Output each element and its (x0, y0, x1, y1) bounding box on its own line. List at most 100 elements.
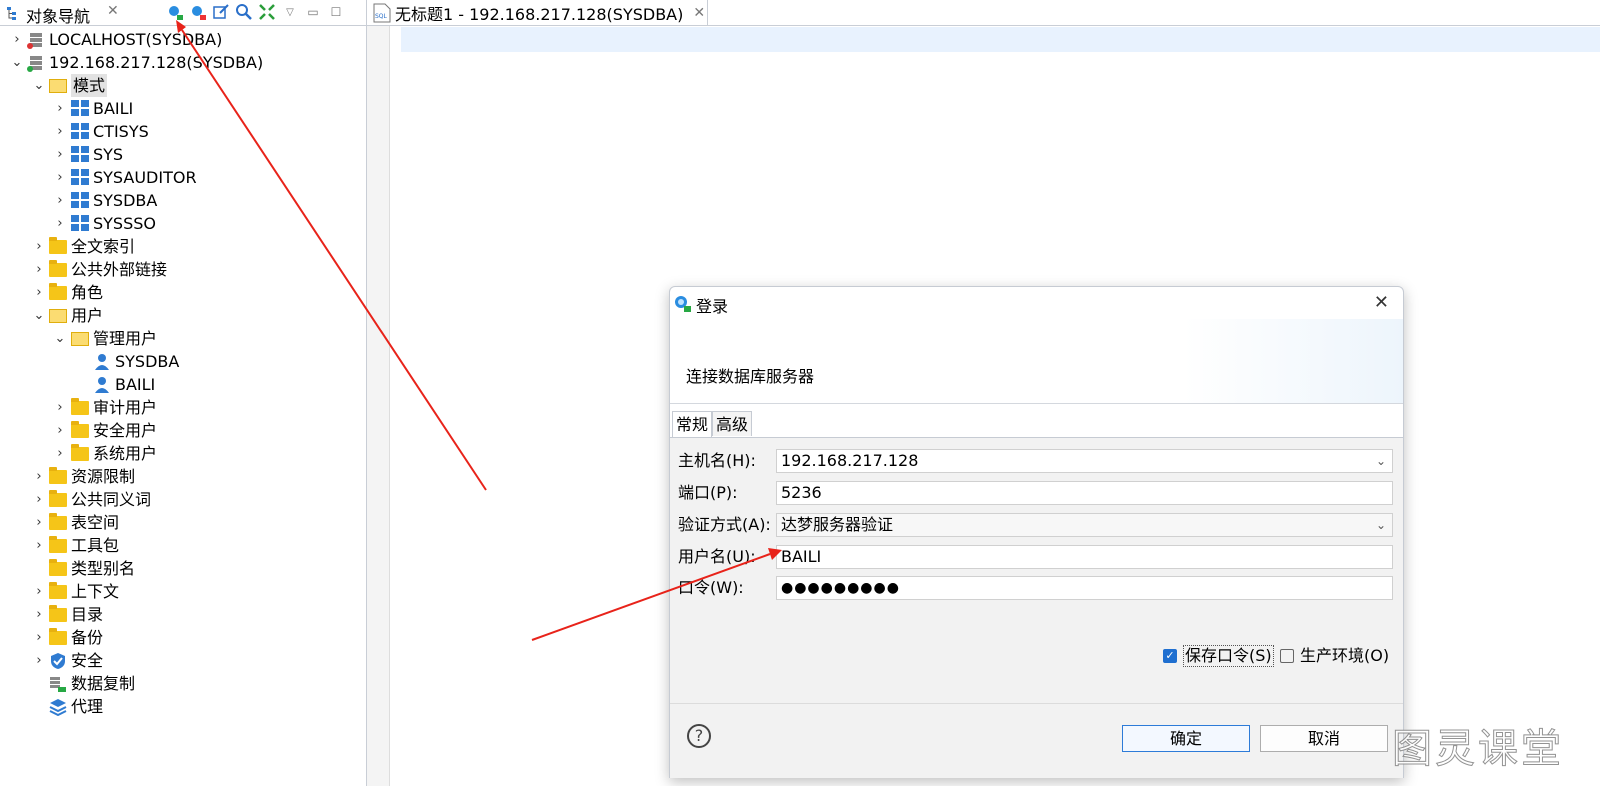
host-select[interactable]: 192.168.217.128 ⌄ (776, 449, 1393, 473)
chevron-down-icon[interactable]: ⌄ (1376, 514, 1386, 536)
dialog-close-icon[interactable]: ✕ (1374, 292, 1389, 313)
tree-node[interactable]: › LOCALHOST(SYSDBA) (0, 28, 366, 51)
chevron-right-icon[interactable]: › (10, 28, 24, 51)
search-icon[interactable] (234, 2, 254, 22)
chevron-right-icon[interactable]: › (53, 442, 67, 465)
tab-advanced[interactable]: 高级 (712, 411, 753, 436)
tree-node[interactable]: › SYS (0, 143, 366, 166)
tree-node[interactable]: › 安全 (0, 649, 366, 672)
chevron-right-icon[interactable]: › (53, 97, 67, 120)
tree-node[interactable]: › SYSDBA (0, 189, 366, 212)
chevron-down-icon[interactable]: ⌄ (32, 74, 46, 97)
editor-gutter (367, 26, 390, 786)
tree-node[interactable]: › 角色 (0, 281, 366, 304)
checkbox-checked-icon[interactable]: ✓ (1163, 649, 1177, 663)
dialog-title-bar: 登录 ✕ (670, 287, 1403, 319)
port-field[interactable]: 5236 (776, 481, 1393, 505)
tree-node[interactable]: 数据复制 (0, 672, 366, 695)
production-env-checkbox[interactable]: 生产环境(O) (1280, 646, 1389, 666)
chevron-right-icon[interactable]: › (53, 166, 67, 189)
tree-node[interactable]: › 公共外部链接 (0, 258, 366, 281)
sql-file-icon: SQL (373, 3, 391, 23)
chevron-down-icon[interactable]: ⌄ (53, 327, 67, 350)
chevron-down-icon[interactable]: ⌄ (32, 304, 46, 327)
chevron-right-icon[interactable]: › (32, 488, 46, 511)
minimize-icon[interactable]: ▭ (303, 2, 323, 22)
tree-node[interactable]: › 目录 (0, 603, 366, 626)
tree-node-label: 上下文 (71, 582, 120, 601)
view-menu-icon[interactable]: ▽ (280, 2, 300, 22)
chevron-right-icon[interactable]: › (32, 626, 46, 649)
tree-node[interactable]: › 表空间 (0, 511, 366, 534)
tree-node[interactable]: › 审计用户 (0, 396, 366, 419)
password-field[interactable]: ●●●●●●●●● (776, 576, 1393, 600)
tree-node[interactable]: ⌄ 模式 (0, 74, 366, 97)
ok-button[interactable]: 确定 (1122, 725, 1250, 752)
tree-node[interactable]: › 公共同义词 (0, 488, 366, 511)
tree-node[interactable]: 代理 (0, 695, 366, 718)
checkbox-unchecked-icon[interactable] (1280, 649, 1294, 663)
tree-node-label: 代理 (71, 697, 104, 716)
svg-text:SQL: SQL (375, 13, 388, 20)
login-form: 主机名(H): 192.168.217.128 ⌄ 端口(P): 5236 验证方… (670, 438, 1403, 703)
tab-general[interactable]: 常规 (672, 411, 713, 437)
tree-node-label: SYSDBA (115, 352, 180, 371)
help-icon[interactable]: ? (687, 724, 711, 748)
folder-open-icon (49, 307, 67, 324)
tree-node[interactable]: › SYSSSO (0, 212, 366, 235)
dialog-tabs: 常规 高级 (670, 411, 1403, 438)
chevron-right-icon[interactable]: › (53, 189, 67, 212)
tree-node[interactable]: › 系统用户 (0, 442, 366, 465)
editor-tab[interactable]: SQL 无标题1 - 192.168.217.128(SYSDBA) ✕ (367, 0, 708, 25)
navigator-tab-close-icon[interactable]: ✕ (107, 3, 119, 19)
cancel-button[interactable]: 取消 (1260, 725, 1388, 752)
save-password-checkbox[interactable]: ✓ 保存口令(S) (1163, 645, 1274, 667)
tree-node[interactable]: › 备份 (0, 626, 366, 649)
tree-node[interactable]: BAILI (0, 373, 366, 396)
chevron-right-icon[interactable]: › (53, 419, 67, 442)
username-field[interactable]: BAILI (776, 545, 1393, 569)
tree-node[interactable]: › SYSAUDITOR (0, 166, 366, 189)
chevron-right-icon[interactable]: › (32, 465, 46, 488)
chevron-down-icon[interactable]: ⌄ (1376, 450, 1386, 472)
maximize-icon[interactable]: ☐ (326, 2, 346, 22)
chevron-right-icon[interactable]: › (53, 212, 67, 235)
tree-node[interactable]: › 上下文 (0, 580, 366, 603)
chevron-right-icon[interactable]: › (32, 235, 46, 258)
editor-current-line[interactable] (401, 27, 1600, 52)
navigator-tab-title: 对象导航 (26, 7, 91, 26)
chevron-right-icon[interactable]: › (32, 534, 46, 557)
navigator-tab-bar: 对象导航 ✕ ▽ ▭ ☐ (0, 0, 366, 26)
tree-node[interactable]: › 全文索引 (0, 235, 366, 258)
tree-node[interactable]: › CTISYS (0, 120, 366, 143)
expand-all-icon[interactable] (257, 2, 277, 22)
tree-node[interactable]: ⌄ 用户 (0, 304, 366, 327)
navigator-tab[interactable]: 对象导航 (6, 3, 90, 27)
chevron-right-icon[interactable]: › (53, 120, 67, 143)
tree-node[interactable]: SYSDBA (0, 350, 366, 373)
tree-node-label: 公共外部链接 (71, 260, 168, 279)
chevron-right-icon[interactable]: › (32, 580, 46, 603)
chevron-right-icon[interactable]: › (53, 143, 67, 166)
auth-select[interactable]: 达梦服务器验证 ⌄ (776, 513, 1393, 537)
edit-icon[interactable] (211, 2, 231, 22)
chevron-right-icon[interactable]: › (32, 603, 46, 626)
tree-node[interactable]: › BAILI (0, 97, 366, 120)
chevron-right-icon[interactable]: › (32, 281, 46, 304)
disconnect-icon[interactable] (188, 2, 208, 22)
tree-node[interactable]: › 资源限制 (0, 465, 366, 488)
editor-tab-close-icon[interactable]: ✕ (693, 5, 705, 21)
chevron-right-icon[interactable]: › (32, 511, 46, 534)
tree-node-label: 备份 (71, 628, 104, 647)
tree-node[interactable]: ⌄ 192.168.217.128(SYSDBA) (0, 51, 366, 74)
chevron-down-icon[interactable]: ⌄ (10, 51, 24, 74)
chevron-right-icon[interactable]: › (53, 396, 67, 419)
folder-icon (49, 513, 67, 531)
tree-node[interactable]: ⌄ 管理用户 (0, 327, 366, 350)
tree-node[interactable]: 类型别名 (0, 557, 366, 580)
tree-node[interactable]: › 工具包 (0, 534, 366, 557)
chevron-right-icon[interactable]: › (32, 258, 46, 281)
chevron-right-icon[interactable]: › (32, 649, 46, 672)
tree-node[interactable]: › 安全用户 (0, 419, 366, 442)
connect-icon[interactable] (165, 2, 185, 22)
